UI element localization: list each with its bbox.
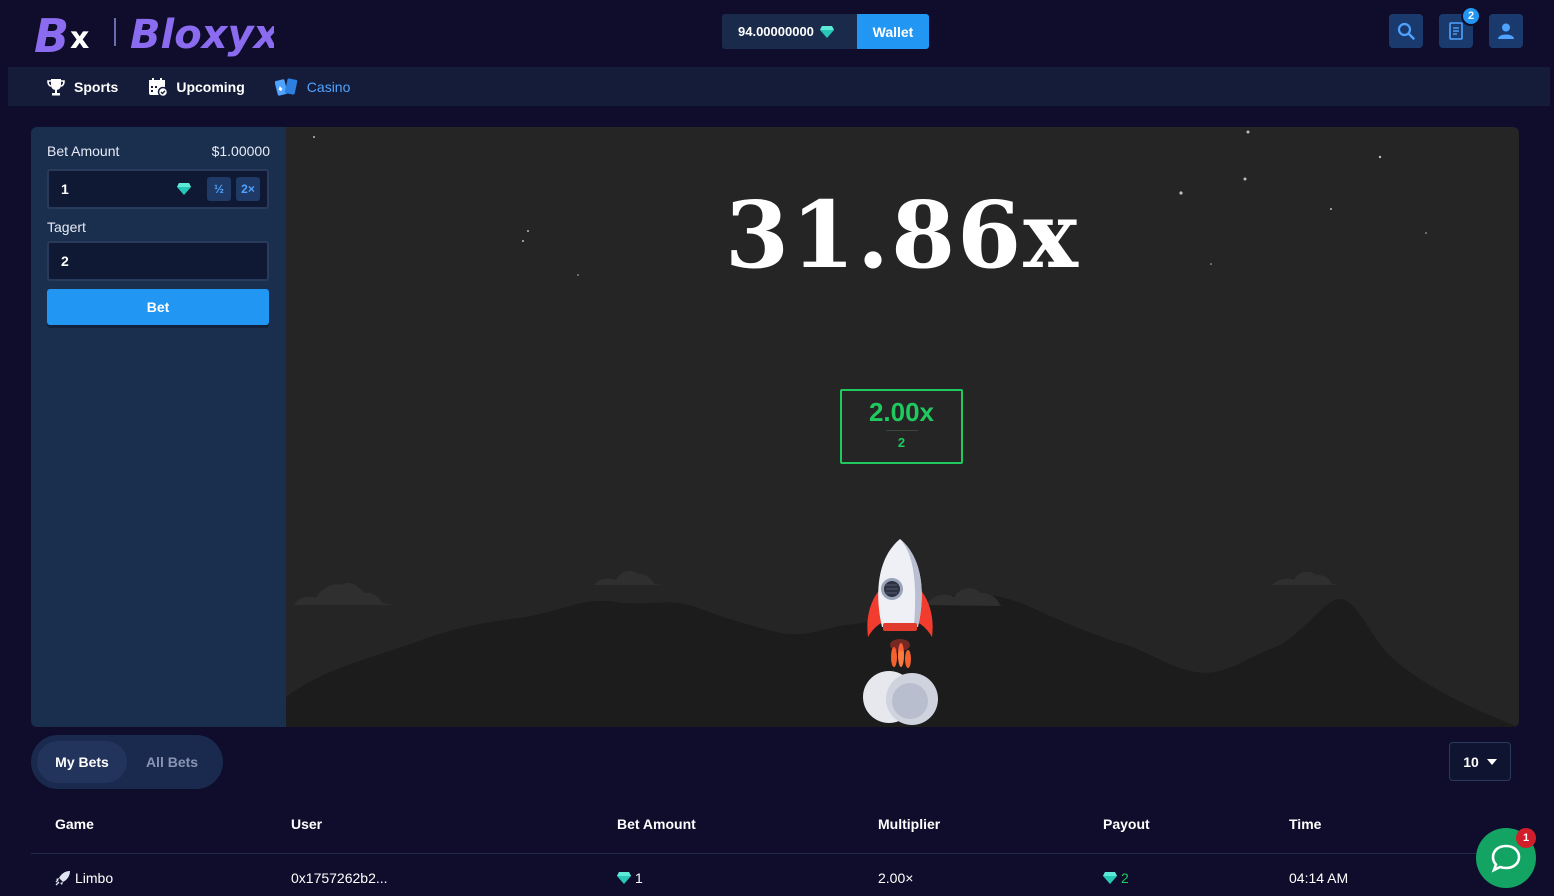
profile-button[interactable]	[1489, 14, 1523, 48]
cell-payout: 2	[1103, 870, 1129, 886]
svg-text:x: x	[70, 21, 89, 56]
bet-amount-value: 1	[61, 181, 69, 197]
bet-amount-usd: $1.00000	[211, 143, 270, 159]
divider	[885, 430, 918, 431]
tab-all-bets[interactable]: All Bets	[127, 741, 217, 783]
search-button[interactable]	[1389, 14, 1423, 48]
bet-panel: Bet Amount $1.00000 1 ½ 2× Tagert 2 Bet	[31, 127, 286, 727]
caret-down-icon	[1486, 758, 1497, 765]
chat-bubble-icon	[1491, 844, 1521, 873]
cell-game-label: Limbo	[75, 870, 114, 886]
main-nav: Sports Upcoming Casino	[8, 67, 1550, 106]
header: B x Bloxyx 94.00000000 Wallet 2	[0, 0, 1554, 66]
nav-item-sports[interactable]: Sports	[46, 77, 118, 97]
gem-icon	[819, 25, 834, 38]
cell-multiplier: 2.00×	[878, 870, 914, 886]
search-icon	[1397, 22, 1415, 40]
nav-item-casino[interactable]: Casino	[274, 77, 351, 97]
col-user: User	[291, 816, 323, 832]
rocket-icon	[55, 871, 70, 886]
nav-item-upcoming[interactable]: Upcoming	[148, 77, 245, 97]
target-label: Tagert	[47, 219, 86, 235]
per-page-value: 10	[1463, 753, 1479, 770]
per-page-select[interactable]: 10	[1449, 742, 1511, 781]
table-row[interactable]: Limbo 0x1757262b2... 1 2.00× 2 04:14 AM	[0, 870, 1554, 890]
half-button[interactable]: ½	[207, 177, 231, 201]
col-game: Game	[55, 816, 94, 832]
bet-amount-label: Bet Amount	[47, 143, 120, 159]
user-icon	[1498, 23, 1514, 39]
result-multiplier: 31.86x	[725, 181, 1080, 289]
svg-text:Bloxyx: Bloxyx	[130, 12, 274, 58]
target-display: 2.00x 2	[840, 389, 963, 464]
divider	[31, 853, 1521, 854]
gem-icon	[1103, 872, 1117, 884]
col-multiplier: Multiplier	[878, 816, 941, 832]
bloxyx-logo[interactable]: B x Bloxyx	[34, 6, 274, 60]
cell-time: 04:14 AM	[1289, 870, 1349, 886]
nav-label-casino: Casino	[306, 78, 351, 95]
trophy-icon	[47, 78, 65, 95]
game-area: 31.86x 2.00x 2	[286, 127, 1519, 727]
bet-button[interactable]: Bet	[47, 289, 269, 325]
balance-value: 94.00000000	[738, 24, 814, 39]
cell-user: 0x1757262b2...	[291, 870, 388, 886]
rocket	[867, 539, 933, 637]
gem-icon	[617, 872, 631, 884]
col-time: Time	[1289, 816, 1322, 832]
chat-badge: 1	[1516, 828, 1536, 848]
target-value-display: 2	[897, 435, 906, 450]
bets-tabs: My Bets All Bets	[31, 735, 223, 789]
cell-bet-amount-value: 1	[635, 870, 643, 886]
bet-amount-row: Bet Amount $1.00000	[47, 143, 270, 159]
table-header: Game User Bet Amount Multiplier Payout T…	[0, 816, 1554, 836]
cell-payout-value: 2	[1121, 870, 1129, 886]
cell-game: Limbo	[55, 870, 113, 886]
cards-icon	[274, 77, 298, 96]
nav-label-upcoming: Upcoming	[176, 78, 245, 95]
nav-label-sports: Sports	[74, 78, 119, 95]
wallet-button[interactable]: Wallet	[857, 14, 929, 49]
receipt-icon	[1449, 22, 1463, 40]
bet-slip-button[interactable]: 2	[1439, 6, 1481, 48]
double-button[interactable]: 2×	[236, 177, 260, 201]
target-value: 2	[61, 253, 69, 269]
cell-bet-amount: 1	[617, 870, 643, 886]
balance-display[interactable]: 94.00000000	[722, 14, 857, 49]
target-input[interactable]: 2	[47, 241, 269, 281]
tab-my-bets[interactable]: My Bets	[37, 741, 127, 783]
svg-text:B: B	[34, 9, 69, 60]
calendar-icon	[149, 77, 169, 97]
notification-badge: 2	[1461, 6, 1481, 26]
wallet-group: 94.00000000 Wallet	[722, 14, 929, 49]
col-bet-amount: Bet Amount	[617, 816, 696, 832]
gem-icon	[177, 183, 191, 195]
target-multiplier: 2.00x	[868, 397, 935, 427]
col-payout: Payout	[1103, 816, 1150, 832]
bet-amount-input[interactable]: 1 ½ 2×	[47, 169, 269, 209]
